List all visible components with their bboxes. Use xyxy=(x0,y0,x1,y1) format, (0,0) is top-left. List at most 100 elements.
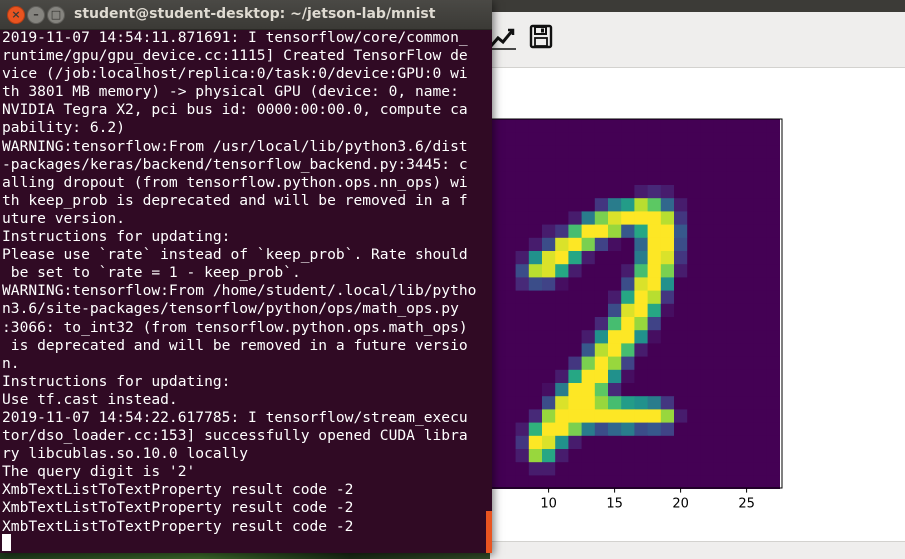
heatmap-cell xyxy=(594,145,609,159)
heatmap-cell xyxy=(542,132,556,146)
heatmap-cell xyxy=(726,198,741,212)
heatmap-cell xyxy=(581,198,596,212)
heatmap-cell xyxy=(634,303,648,318)
heatmap-cell xyxy=(581,369,596,384)
heatmap-cell xyxy=(726,475,741,489)
heatmap-cell xyxy=(753,435,767,450)
heatmap-cell xyxy=(687,462,701,476)
heatmap-cell xyxy=(594,422,609,437)
heatmap-cell xyxy=(740,145,754,159)
heatmap-cell xyxy=(594,158,609,173)
heatmap-cell xyxy=(621,224,635,239)
heatmap-cell xyxy=(621,330,635,344)
heatmap-cell xyxy=(726,343,741,357)
heatmap-cell xyxy=(687,119,701,133)
heatmap-cell xyxy=(555,119,569,133)
heatmap-cell xyxy=(647,132,662,146)
heatmap-cell xyxy=(594,211,609,225)
heatmap-cell xyxy=(740,343,754,357)
heatmap-cell xyxy=(568,435,582,450)
heatmap-cell xyxy=(700,171,714,186)
heatmap-cell xyxy=(608,237,622,252)
heatmap-cell xyxy=(700,290,714,305)
heatmap-cell xyxy=(528,145,543,159)
heatmap-cell xyxy=(528,369,543,384)
heatmap-cell xyxy=(713,303,728,318)
heatmap-cell xyxy=(542,303,556,318)
heatmap-cell xyxy=(502,171,516,186)
maximize-button[interactable]: □ xyxy=(47,6,65,24)
heatmap-cell xyxy=(502,422,516,437)
heatmap-cell xyxy=(608,198,622,212)
heatmap-cell xyxy=(647,356,662,371)
heatmap-cell xyxy=(634,449,648,463)
heatmap-cell xyxy=(700,409,714,423)
terminal-titlebar[interactable]: × – □ student@student-desktop: ~/jetson-… xyxy=(0,0,492,30)
heatmap-cell xyxy=(581,277,596,291)
heatmap-cell xyxy=(581,171,596,186)
heatmap-cell xyxy=(542,409,556,423)
heatmap-cell xyxy=(528,409,543,423)
heatmap-cell xyxy=(542,356,556,371)
save-icon[interactable] xyxy=(528,22,556,52)
heatmap-cell xyxy=(515,185,530,199)
heatmap-cell xyxy=(594,119,609,133)
heatmap-cell xyxy=(568,251,582,265)
heatmap-cell xyxy=(528,158,543,173)
heatmap-cell xyxy=(740,171,754,186)
heatmap-cell xyxy=(568,185,582,199)
heatmap-cell xyxy=(674,171,688,186)
heatmap-cell xyxy=(713,383,728,397)
heatmap-cell xyxy=(555,356,569,371)
line-chart-icon[interactable] xyxy=(490,22,518,52)
heatmap-cell xyxy=(515,475,530,489)
heatmap-cell xyxy=(647,145,662,159)
heatmap-cell xyxy=(542,343,556,357)
heatmap-cell xyxy=(674,237,688,252)
heatmap-cell xyxy=(594,277,609,291)
heatmap-cell xyxy=(660,409,675,423)
heatmap-cell xyxy=(515,158,530,173)
figure-window[interactable]: 510152025 02025 xyxy=(490,0,905,559)
heatmap-cell xyxy=(753,264,767,278)
heatmap-cell xyxy=(634,383,648,397)
heatmap-cell xyxy=(542,251,556,265)
heatmap-cell xyxy=(647,237,662,252)
terminal-window[interactable]: × – □ student@student-desktop: ~/jetson-… xyxy=(0,0,492,553)
figure-canvas[interactable]: 510152025 02025 xyxy=(490,68,905,541)
minimize-button[interactable]: – xyxy=(27,6,45,24)
heatmap-cell xyxy=(687,171,701,186)
heatmap-cell xyxy=(502,277,516,291)
heatmap-cell xyxy=(753,290,767,305)
heatmap-cell xyxy=(726,303,741,318)
close-button[interactable]: × xyxy=(7,6,25,24)
heatmap-cell xyxy=(528,237,543,252)
heatmap-cell xyxy=(502,224,516,239)
heatmap-cell xyxy=(581,224,596,239)
heatmap-cell xyxy=(528,132,543,146)
heatmap-cell xyxy=(528,330,543,344)
heatmap-cell xyxy=(700,383,714,397)
terminal-line: XmbTextListToTextProperty result code -2 xyxy=(2,517,354,535)
heatmap-cell xyxy=(568,356,582,371)
heatmap-cell xyxy=(502,251,516,265)
heatmap-cell xyxy=(647,383,662,397)
heatmap-cell xyxy=(568,409,582,423)
heatmap-cell xyxy=(766,303,780,318)
heatmap-cell xyxy=(713,277,728,291)
heatmap-cell xyxy=(608,356,622,371)
heatmap-cell xyxy=(581,303,596,318)
heatmap-cell xyxy=(740,224,754,239)
terminal-output[interactable]: 2019-11-07 14:54:11.871691: I tensorflow… xyxy=(2,29,490,551)
heatmap-cell xyxy=(700,264,714,278)
terminal-scrollbar[interactable] xyxy=(486,511,492,553)
heatmap-cell xyxy=(608,171,622,186)
heatmap-cell xyxy=(634,369,648,384)
heatmap-cell xyxy=(542,264,556,278)
heatmap-cell xyxy=(726,237,741,252)
heatmap-cell xyxy=(594,251,609,265)
heatmap-cell xyxy=(766,317,780,331)
heatmap-cell xyxy=(555,211,569,225)
heatmap-cell xyxy=(528,383,543,397)
heatmap-cell xyxy=(766,171,780,186)
